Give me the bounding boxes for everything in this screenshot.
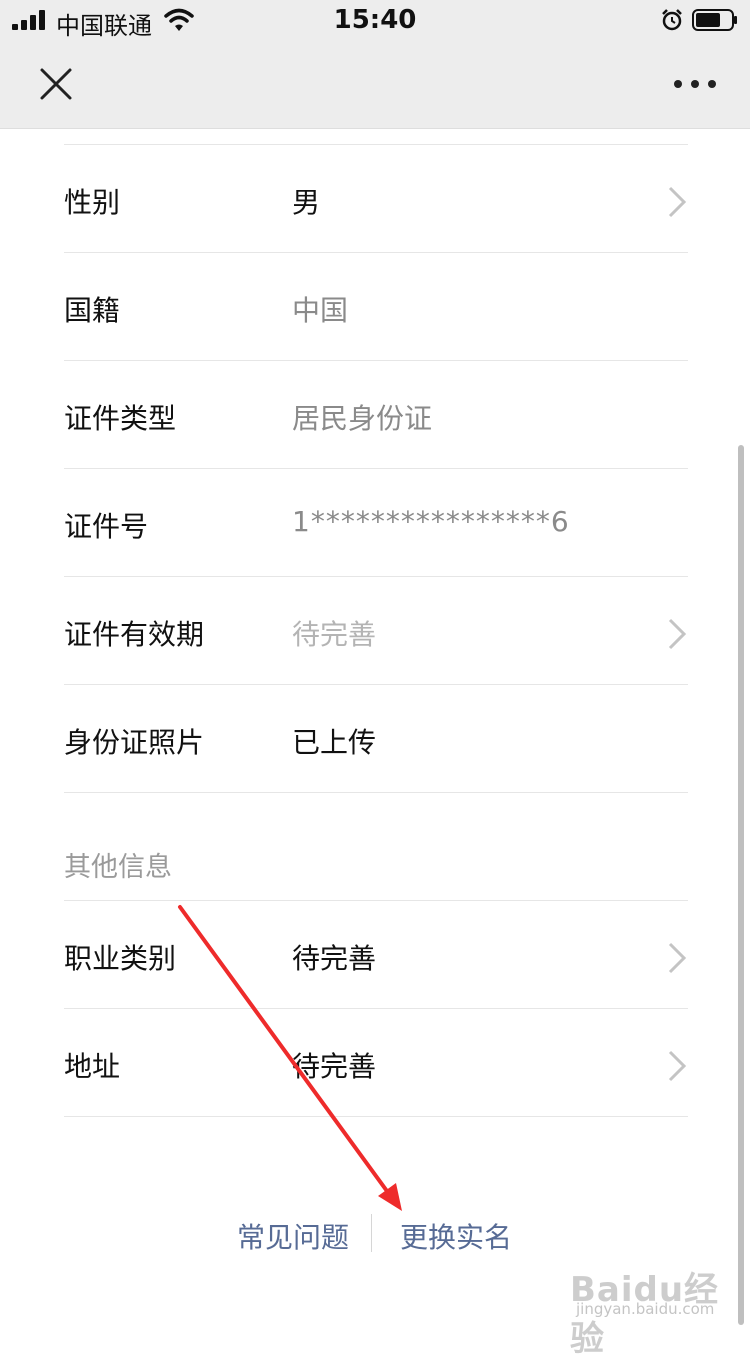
field-label: 国籍 [64, 294, 121, 327]
field-row-id-number: 证件号 1****************6 [64, 469, 688, 577]
section-title-other-info: 其他信息 [64, 852, 172, 883]
field-value: 待完善 [292, 1050, 377, 1083]
field-value: 中国 [292, 294, 349, 327]
close-icon[interactable] [36, 64, 76, 104]
change-real-name-link[interactable]: 更换实名 [400, 1216, 512, 1256]
field-value: 待完善 [292, 942, 377, 975]
chevron-right-icon [668, 1050, 687, 1082]
field-value: 待完善 [292, 618, 377, 651]
footer-separator [371, 1214, 372, 1252]
field-row-nationality: 国籍 中国 [64, 253, 688, 361]
field-row-address[interactable]: 地址 待完善 [64, 1009, 688, 1117]
field-row-id-photo: 身份证照片 已上传 [64, 685, 688, 793]
navigation-bar [0, 40, 750, 129]
footer-links: 常见问题 更换实名 [0, 1210, 750, 1260]
field-label: 身份证照片 [64, 726, 205, 759]
field-row-id-validity[interactable]: 证件有效期 待完善 [64, 577, 688, 685]
chevron-right-icon [668, 618, 687, 650]
battery-icon [692, 9, 737, 31]
watermark-url: jingyan.baidu.com [576, 1300, 715, 1318]
field-row-occupation[interactable]: 职业类别 待完善 [64, 901, 688, 1009]
field-value: 男 [292, 186, 321, 219]
faq-link[interactable]: 常见问题 [237, 1216, 349, 1256]
field-label: 职业类别 [64, 942, 177, 975]
baidu-jingyan-watermark: Baidu经验 jingyan.baidu.com [570, 1262, 720, 1359]
field-value: 已上传 [292, 726, 377, 759]
field-label: 证件号 [64, 510, 149, 543]
alarm-clock-icon [662, 9, 682, 31]
field-label: 性别 [64, 186, 121, 219]
field-label: 地址 [64, 1050, 121, 1083]
field-label: 证件有效期 [64, 618, 205, 651]
chevron-right-icon [668, 186, 687, 218]
field-value: 1****************6 [292, 505, 570, 538]
status-bar: 中国联通 15:40 [0, 0, 750, 40]
scrollbar[interactable] [738, 445, 744, 1325]
field-row-id-type: 证件类型 居民身份证 [64, 361, 688, 469]
status-time: 15:40 [333, 5, 417, 35]
field-label: 证件类型 [64, 402, 177, 435]
field-row-gender[interactable]: 性别 男 [64, 145, 688, 253]
chevron-right-icon [668, 942, 687, 974]
field-value: 居民身份证 [292, 402, 433, 435]
more-options-icon[interactable] [670, 64, 720, 104]
